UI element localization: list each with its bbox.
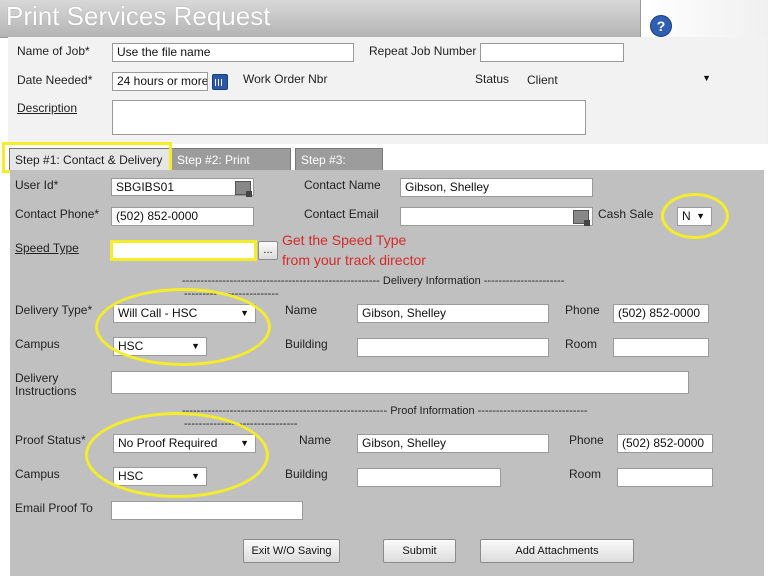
status-label: Status	[475, 72, 510, 86]
work-order-label: Work Order Nbr	[243, 72, 328, 86]
delivery-dashes-left: ----------------------------------------…	[182, 275, 380, 287]
date-needed-input[interactable]: 24 hours or more	[112, 72, 208, 91]
delivery-instructions-textarea[interactable]	[111, 371, 689, 394]
delivery-building-input[interactable]	[357, 338, 549, 357]
contact-name-input[interactable]: Gibson, Shelley	[400, 178, 593, 197]
user-lookup-icon[interactable]	[235, 181, 252, 197]
speed-type-lookup-button[interactable]: ...	[258, 241, 278, 260]
contact-email-label: Contact Email	[304, 207, 379, 221]
delivery-instructions-label-line1: Delivery	[15, 371, 59, 385]
user-id-input[interactable]: SBGIBS01	[111, 178, 254, 196]
delivery-room-label: Room	[565, 337, 598, 351]
delivery-phone-input[interactable]: (502) 852-0000	[613, 304, 709, 323]
proof-campus-label: Campus	[15, 467, 60, 481]
email-proof-input[interactable]	[111, 501, 303, 520]
delivery-section-header: ----------------------------------------…	[182, 275, 564, 287]
date-needed-label: Date Needed*	[17, 73, 93, 87]
delivery-name-label: Name	[285, 303, 318, 317]
proof-dashes-right: ------------------------------	[477, 405, 588, 417]
speed-type-label: Speed Type	[15, 241, 79, 255]
job-name-input[interactable]: Use the file name	[112, 43, 354, 62]
cash-sale-label: Cash Sale	[598, 207, 654, 221]
submit-button[interactable]: Submit	[383, 539, 456, 563]
job-name-label: Name of Job*	[17, 44, 90, 58]
contact-phone-input[interactable]: (502) 852-0000	[111, 207, 254, 226]
proof-section-header: ----------------------------------------…	[182, 405, 588, 417]
delivery-name-input[interactable]: Gibson, Shelley	[357, 304, 549, 323]
proof-room-label: Room	[569, 467, 602, 481]
proof-highlight-circle	[85, 412, 269, 498]
annotation-line-1: Get the Speed Type	[282, 232, 407, 248]
repeat-job-label: Repeat Job Number	[369, 44, 477, 58]
proof-phone-label: Phone	[569, 433, 604, 447]
exit-without-saving-button[interactable]: Exit W/O Saving	[243, 539, 340, 563]
delivery-building-label: Building	[285, 337, 328, 351]
description-label: Description	[17, 101, 78, 115]
contact-email-input[interactable]	[400, 207, 593, 226]
delivery-dashes-right: ----------------------	[483, 275, 565, 287]
proof-name-label: Name	[299, 433, 332, 447]
help-icon[interactable]: ?	[650, 15, 672, 37]
chevron-down-icon: ▼	[702, 73, 711, 83]
proof-status-label: Proof Status*	[15, 433, 86, 447]
delivery-campus-label: Campus	[15, 337, 60, 351]
annotation-line-2: from your track director	[282, 252, 426, 268]
delivery-phone-label: Phone	[565, 303, 600, 317]
delivery-room-input[interactable]	[613, 338, 709, 357]
page-title: Print Services Request	[6, 1, 271, 31]
proof-room-input[interactable]	[617, 468, 713, 487]
repeat-job-input[interactable]	[480, 43, 624, 62]
status-select[interactable]: Client ▼	[527, 73, 717, 87]
cash-sale-highlight-circle	[661, 193, 729, 239]
proof-building-input[interactable]	[357, 468, 501, 487]
contact-name-label: Contact Name	[304, 178, 381, 192]
proof-name-input[interactable]: Gibson, Shelley	[357, 434, 549, 453]
email-proof-label: Email Proof To	[15, 501, 93, 515]
add-attachments-button[interactable]: Add Attachments	[480, 539, 634, 563]
description-textarea[interactable]	[112, 100, 586, 135]
delivery-instructions-label-line2: Instructions	[15, 384, 77, 398]
proof-building-label: Building	[285, 467, 328, 481]
speed-type-highlight-box	[110, 240, 257, 261]
proof-phone-input[interactable]: (502) 852-0000	[617, 434, 713, 453]
tab-paper[interactable]: Step #3: Paper	[295, 148, 383, 189]
delivery-highlight-circle	[95, 288, 271, 366]
delivery-type-label: Delivery Type*	[15, 303, 93, 317]
contact-phone-label: Contact Phone*	[15, 207, 100, 221]
tab-highlight-box	[2, 142, 172, 173]
delivery-section-title: Delivery Information	[382, 275, 481, 287]
email-lookup-icon[interactable]	[573, 210, 590, 226]
tab-print-details[interactable]: Step #2: Print Details	[171, 148, 291, 189]
proof-section-title: Proof Information	[390, 405, 475, 417]
status-value: Client	[527, 73, 558, 87]
user-id-label: User Id*	[15, 178, 59, 192]
calendar-icon[interactable]	[212, 74, 228, 90]
